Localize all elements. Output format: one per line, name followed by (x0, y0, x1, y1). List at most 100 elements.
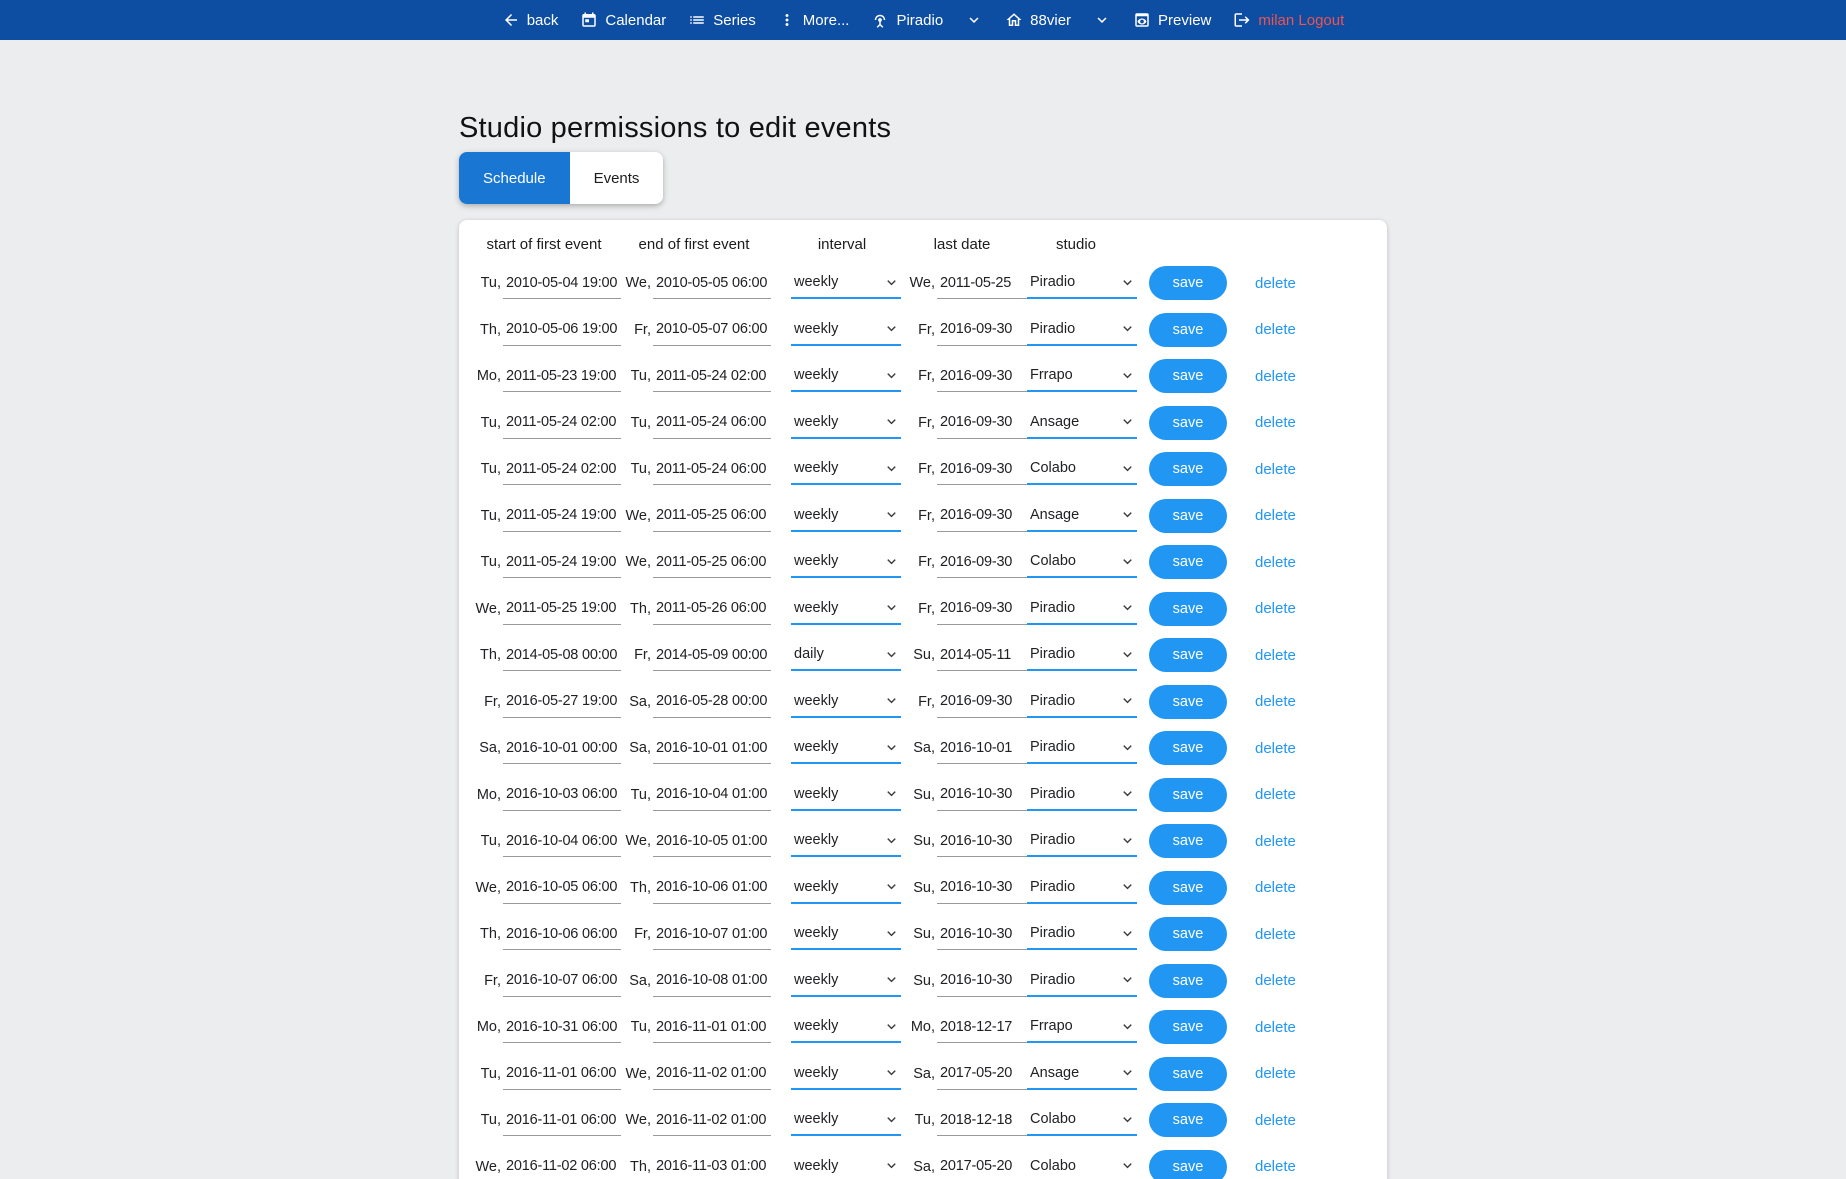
interval-select[interactable]: weekly (791, 453, 901, 485)
studio-select[interactable]: Colabo (1027, 1151, 1137, 1179)
interval-select[interactable]: weekly (791, 500, 901, 532)
last-date-input[interactable] (937, 360, 1027, 392)
start-datetime-input[interactable] (503, 965, 621, 997)
last-date-input[interactable] (937, 1104, 1027, 1136)
end-datetime-input[interactable] (653, 779, 771, 811)
studio-select[interactable]: Piradio (1027, 965, 1137, 997)
last-date-input[interactable] (937, 779, 1027, 811)
save-button[interactable]: save (1149, 1103, 1227, 1137)
save-button[interactable]: save (1149, 499, 1227, 533)
delete-link[interactable]: delete (1255, 368, 1296, 385)
last-date-input[interactable] (937, 918, 1027, 950)
interval-select[interactable]: weekly (791, 1058, 901, 1090)
start-datetime-input[interactable] (503, 639, 621, 671)
start-datetime-input[interactable] (503, 872, 621, 904)
last-date-input[interactable] (937, 872, 1027, 904)
last-date-input[interactable] (937, 965, 1027, 997)
end-datetime-input[interactable] (653, 546, 771, 578)
delete-link[interactable]: delete (1255, 554, 1296, 571)
delete-link[interactable]: delete (1255, 926, 1296, 943)
studio-select[interactable]: Frrapo (1027, 1011, 1137, 1043)
nav-item-88vier[interactable]: 88vier (1005, 11, 1071, 29)
save-button[interactable]: save (1149, 592, 1227, 626)
start-datetime-input[interactable] (503, 500, 621, 532)
last-date-input[interactable] (937, 453, 1027, 485)
save-button[interactable]: save (1149, 917, 1227, 951)
save-button[interactable]: save (1149, 1010, 1227, 1044)
studio-select[interactable]: Piradio (1027, 267, 1137, 299)
last-date-input[interactable] (937, 1058, 1027, 1090)
delete-link[interactable]: delete (1255, 1112, 1296, 1129)
save-button[interactable]: save (1149, 1150, 1227, 1179)
delete-link[interactable]: delete (1255, 507, 1296, 524)
end-datetime-input[interactable] (653, 965, 771, 997)
delete-link[interactable]: delete (1255, 833, 1296, 850)
studio-select[interactable]: Piradio (1027, 918, 1137, 950)
last-date-input[interactable] (937, 1151, 1027, 1179)
nav-item-piradio[interactable]: Piradio (871, 11, 943, 29)
save-button[interactable]: save (1149, 638, 1227, 672)
nav-item-calendar[interactable]: Calendar (580, 11, 666, 29)
start-datetime-input[interactable] (503, 593, 621, 625)
save-button[interactable]: save (1149, 731, 1227, 765)
save-button[interactable]: save (1149, 824, 1227, 858)
interval-select[interactable]: weekly (791, 1104, 901, 1136)
end-datetime-input[interactable] (653, 1104, 771, 1136)
interval-select[interactable]: weekly (791, 546, 901, 578)
tab-schedule[interactable]: Schedule (459, 152, 570, 204)
delete-link[interactable]: delete (1255, 879, 1296, 896)
save-button[interactable]: save (1149, 1057, 1227, 1091)
interval-select[interactable]: weekly (791, 965, 901, 997)
start-datetime-input[interactable] (503, 453, 621, 485)
save-button[interactable]: save (1149, 359, 1227, 393)
end-datetime-input[interactable] (653, 1151, 771, 1179)
studio-select[interactable]: Piradio (1027, 872, 1137, 904)
start-datetime-input[interactable] (503, 407, 621, 439)
back-button[interactable]: back (502, 11, 559, 29)
last-date-input[interactable] (937, 639, 1027, 671)
studio-select[interactable]: Piradio (1027, 732, 1137, 764)
delete-link[interactable]: delete (1255, 600, 1296, 617)
88vier-dropdown-chevron[interactable] (1093, 11, 1111, 29)
save-button[interactable]: save (1149, 685, 1227, 719)
delete-link[interactable]: delete (1255, 647, 1296, 664)
start-datetime-input[interactable] (503, 732, 621, 764)
studio-select[interactable]: Colabo (1027, 1104, 1137, 1136)
end-datetime-input[interactable] (653, 825, 771, 857)
delete-link[interactable]: delete (1255, 1065, 1296, 1082)
last-date-input[interactable] (937, 546, 1027, 578)
interval-select[interactable]: weekly (791, 267, 901, 299)
end-datetime-input[interactable] (653, 314, 771, 346)
studio-select[interactable]: Piradio (1027, 639, 1137, 671)
logout-button[interactable]: milan Logout (1233, 11, 1344, 29)
start-datetime-input[interactable] (503, 1011, 621, 1043)
last-date-input[interactable] (937, 267, 1027, 299)
interval-select[interactable]: weekly (791, 407, 901, 439)
interval-select[interactable]: weekly (791, 825, 901, 857)
start-datetime-input[interactable] (503, 918, 621, 950)
studio-select[interactable]: Ansage (1027, 500, 1137, 532)
delete-link[interactable]: delete (1255, 693, 1296, 710)
end-datetime-input[interactable] (653, 407, 771, 439)
delete-link[interactable]: delete (1255, 461, 1296, 478)
start-datetime-input[interactable] (503, 314, 621, 346)
start-datetime-input[interactable] (503, 267, 621, 299)
interval-select[interactable]: weekly (791, 360, 901, 392)
save-button[interactable]: save (1149, 406, 1227, 440)
start-datetime-input[interactable] (503, 360, 621, 392)
end-datetime-input[interactable] (653, 360, 771, 392)
end-datetime-input[interactable] (653, 686, 771, 718)
last-date-input[interactable] (937, 500, 1027, 532)
studio-select[interactable]: Colabo (1027, 546, 1137, 578)
start-datetime-input[interactable] (503, 1058, 621, 1090)
start-datetime-input[interactable] (503, 779, 621, 811)
studio-select[interactable]: Piradio (1027, 593, 1137, 625)
delete-link[interactable]: delete (1255, 414, 1296, 431)
end-datetime-input[interactable] (653, 732, 771, 764)
delete-link[interactable]: delete (1255, 321, 1296, 338)
end-datetime-input[interactable] (653, 872, 771, 904)
delete-link[interactable]: delete (1255, 1019, 1296, 1036)
last-date-input[interactable] (937, 407, 1027, 439)
delete-link[interactable]: delete (1255, 972, 1296, 989)
interval-select[interactable]: weekly (791, 1011, 901, 1043)
